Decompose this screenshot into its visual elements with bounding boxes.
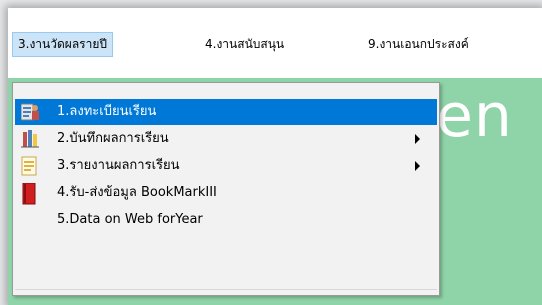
menu-item-record-grades[interactable]: 2.บันทึกผลการเรียน [15, 126, 437, 152]
background-title-text: en [436, 81, 513, 151]
record-grades-icon [21, 129, 39, 149]
menu-item-report[interactable]: 3.รายงานผลการเรียน [15, 153, 437, 179]
submenu-arrow-icon [415, 134, 420, 144]
menu-item-label: 4.รับ-ส่งข้อมูล BookMarkIII [57, 185, 217, 200]
menu-item-label: 2.บันทึกผลการเรียน [57, 131, 169, 146]
dropdown-menu: 1.ลงทะเบียนเรียน 2.บันทึกผลการเรียน 3.รา… [12, 82, 440, 296]
menu-separator [15, 289, 437, 290]
window: 3.งานวัดผลรายปี 4.งานสนับสนุน 9.งานเอนกป… [8, 8, 542, 305]
menu-item-bookmark-data[interactable]: 4.รับ-ส่งข้อมูล BookMarkIII [15, 180, 437, 206]
menu-item-data-on-web[interactable]: 5.Data on Web forYear [15, 207, 437, 233]
menu-bar: 3.งานวัดผลรายปี 4.งานสนับสนุน 9.งานเอนกป… [8, 8, 542, 80]
menu-yearly-evaluation[interactable]: 3.งานวัดผลรายปี [12, 32, 113, 57]
menu-item-label: 3.รายงานผลการเรียน [57, 158, 180, 173]
menu-item-label: 1.ลงทะเบียนเรียน [57, 104, 157, 119]
menu-support[interactable]: 4.งานสนับสนุน [200, 32, 289, 57]
submenu-arrow-icon [415, 161, 420, 171]
red-book-icon [21, 182, 39, 205]
menu-item-register[interactable]: 1.ลงทะเบียนเรียน [15, 99, 437, 125]
menu-multipurpose[interactable]: 9.งานเอนกประสงค์ [363, 32, 474, 57]
register-icon [20, 102, 39, 122]
report-icon [21, 156, 39, 176]
menu-item-label: 5.Data on Web forYear [57, 212, 203, 227]
